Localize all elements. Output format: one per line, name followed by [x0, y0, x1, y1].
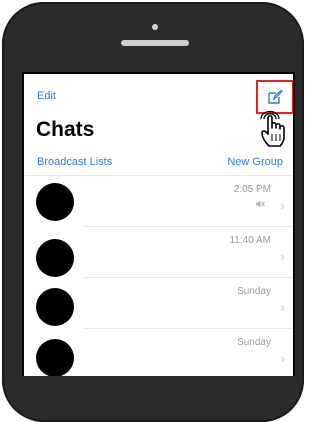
- page-title: Chats: [36, 118, 95, 141]
- pointing-hand-icon: [260, 110, 285, 147]
- chat-row[interactable]: 2:05 PM ›: [24, 176, 293, 227]
- chat-row[interactable]: 11:40 AM ›: [24, 227, 293, 278]
- camera: [152, 24, 158, 30]
- avatar: [36, 183, 74, 221]
- chat-time: Sunday: [237, 286, 271, 297]
- chat-time: Sunday: [237, 337, 271, 348]
- compose-icon: [268, 89, 283, 104]
- chevron-right-icon: ›: [280, 249, 285, 264]
- chat-row[interactable]: Sunday ›: [24, 278, 293, 329]
- avatar: [36, 288, 74, 326]
- chat-row[interactable]: Sunday ›: [24, 329, 293, 376]
- chevron-right-icon: ›: [280, 300, 285, 315]
- avatar: [36, 339, 74, 376]
- broadcast-lists-link[interactable]: Broadcast Lists: [37, 156, 112, 168]
- chat-time: 11:40 AM: [229, 235, 271, 246]
- chevron-right-icon: ›: [280, 198, 285, 213]
- avatar: [36, 239, 74, 277]
- chevron-right-icon: ›: [280, 351, 285, 366]
- chat-time: 2:05 PM: [233, 184, 271, 195]
- links-bar: Broadcast Lists New Group: [24, 148, 293, 176]
- compose-button[interactable]: [256, 80, 293, 114]
- edit-button[interactable]: Edit: [37, 90, 56, 102]
- phone-frame: Edit Chats Broadcast Lists New Group 2:0…: [0, 0, 306, 422]
- new-group-link[interactable]: New Group: [227, 156, 283, 168]
- screen: Edit Chats Broadcast Lists New Group 2:0…: [22, 72, 295, 376]
- speaker-grille: [121, 40, 189, 46]
- muted-speaker-icon: [256, 200, 265, 208]
